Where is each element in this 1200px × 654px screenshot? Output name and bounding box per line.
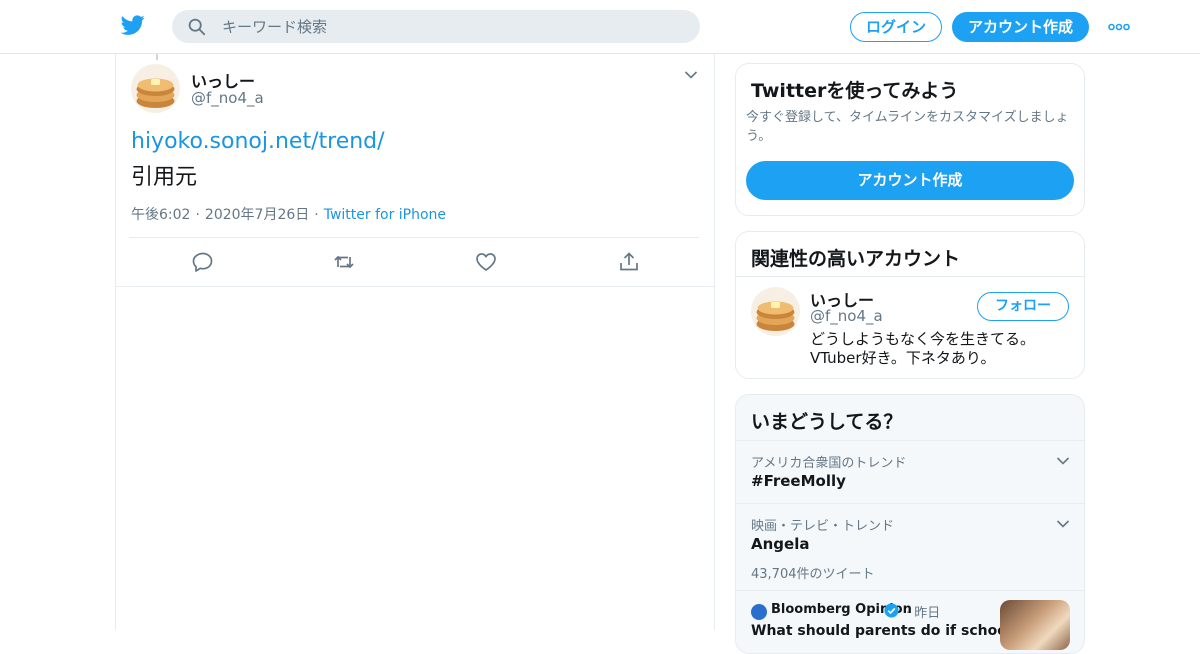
- trends-title: いまどうしてる？: [751, 411, 903, 433]
- news-time-label: 昨日: [914, 606, 941, 621]
- news-thumbnail[interactable]: [1000, 600, 1070, 650]
- signup-card-title: Twitterを使ってみよう: [751, 80, 959, 102]
- trend-tweet-count: 43,704件のツイート: [751, 567, 875, 582]
- login-button[interactable]: ログイン: [850, 12, 942, 42]
- tweet-source[interactable]: Twitter for iPhone: [324, 207, 446, 223]
- follow-button[interactable]: フォロー: [977, 292, 1069, 321]
- news-headline: What should parents do if schools: [751, 623, 1020, 639]
- trends-card: いまどうしてる？ アメリカ合衆国のトレンド #FreeMolly 映画・テレビ・…: [735, 394, 1085, 654]
- tweet-time[interactable]: 午後6:02: [131, 207, 190, 223]
- trend-name: Angela: [751, 535, 810, 553]
- bio-line: どうしようもなく今を生きてる。: [810, 330, 1036, 348]
- avatar[interactable]: [131, 64, 180, 113]
- trend-context: アメリカ合衆国のトレンド: [751, 456, 907, 471]
- trend-item[interactable]: アメリカ合衆国のトレンド #FreeMolly: [736, 440, 1084, 503]
- related-account-bio: どうしようもなく今を生きてる。 VTuber好き。下ネタあり。: [810, 330, 1078, 368]
- tweet-link[interactable]: hiyoko.sonoj.net/trend/: [131, 129, 385, 154]
- top-bar: ログイン アカウント作成: [0, 0, 1200, 54]
- chevron-down-icon[interactable]: [1056, 456, 1070, 466]
- tweet-date[interactable]: 2020年7月26日: [205, 207, 309, 223]
- trend-context: 映画・テレビ・トレンド: [751, 519, 895, 534]
- trend-name: #FreeMolly: [751, 472, 846, 490]
- more-icon[interactable]: [1108, 22, 1130, 32]
- signup-button[interactable]: アカウント作成: [952, 12, 1089, 42]
- related-accounts-title: 関連性の高いアカウント: [751, 248, 961, 270]
- trend-item[interactable]: 映画・テレビ・トレンド Angela 43,704件のツイート: [736, 503, 1084, 590]
- chevron-down-icon[interactable]: [1056, 519, 1070, 529]
- tweet: いっしー @f_no4_a hiyoko.sonoj.net/trend/ 引用…: [116, 54, 714, 287]
- separator-dot: ·: [195, 207, 200, 223]
- tweet-meta: 午後6:02 · 2020年7月26日 · Twitter for iPhone: [131, 204, 446, 224]
- share-icon[interactable]: [618, 251, 640, 273]
- tweet-text: 引用元: [131, 165, 198, 190]
- signup-card: Twitterを使ってみよう 今すぐ登録して、タイムラインをカスタマイズしましょ…: [735, 63, 1085, 216]
- search-input[interactable]: [222, 10, 682, 43]
- divider: [129, 237, 699, 238]
- avatar[interactable]: [751, 287, 800, 336]
- bloomberg-logo-icon: [751, 604, 767, 620]
- separator-dot: ·: [314, 207, 319, 223]
- news-time: · 昨日: [906, 606, 941, 621]
- like-icon[interactable]: [475, 251, 497, 273]
- pancake-avatar-icon: [751, 287, 800, 336]
- pancake-avatar-icon: [131, 64, 180, 113]
- related-account-handle[interactable]: @f_no4_a: [810, 307, 883, 325]
- bio-line: VTuber好き。下ネタあり。: [810, 349, 996, 367]
- reply-icon[interactable]: [192, 251, 214, 273]
- main-column: いっしー @f_no4_a hiyoko.sonoj.net/trend/ 引用…: [115, 54, 715, 630]
- signup-card-subtitle: 今すぐ登録して、タイムラインをカスタマイズしましょう。: [746, 110, 1069, 144]
- tweet-author-handle[interactable]: @f_no4_a: [191, 89, 264, 107]
- news-item[interactable]: Bloomberg Opinion · 昨日 What should paren…: [736, 590, 1084, 653]
- search-box[interactable]: [172, 10, 700, 43]
- retweet-icon[interactable]: [333, 251, 355, 273]
- verified-badge-icon: [884, 603, 899, 618]
- signup-card-button[interactable]: アカウント作成: [746, 161, 1074, 200]
- chevron-down-icon[interactable]: [684, 70, 698, 80]
- divider: [736, 276, 1084, 277]
- search-icon: [188, 18, 206, 36]
- twitter-bird-icon[interactable]: [120, 13, 146, 37]
- related-accounts-card: 関連性の高いアカウント いっしー @f_no4_a フォロー どうしようもなく今…: [735, 231, 1085, 379]
